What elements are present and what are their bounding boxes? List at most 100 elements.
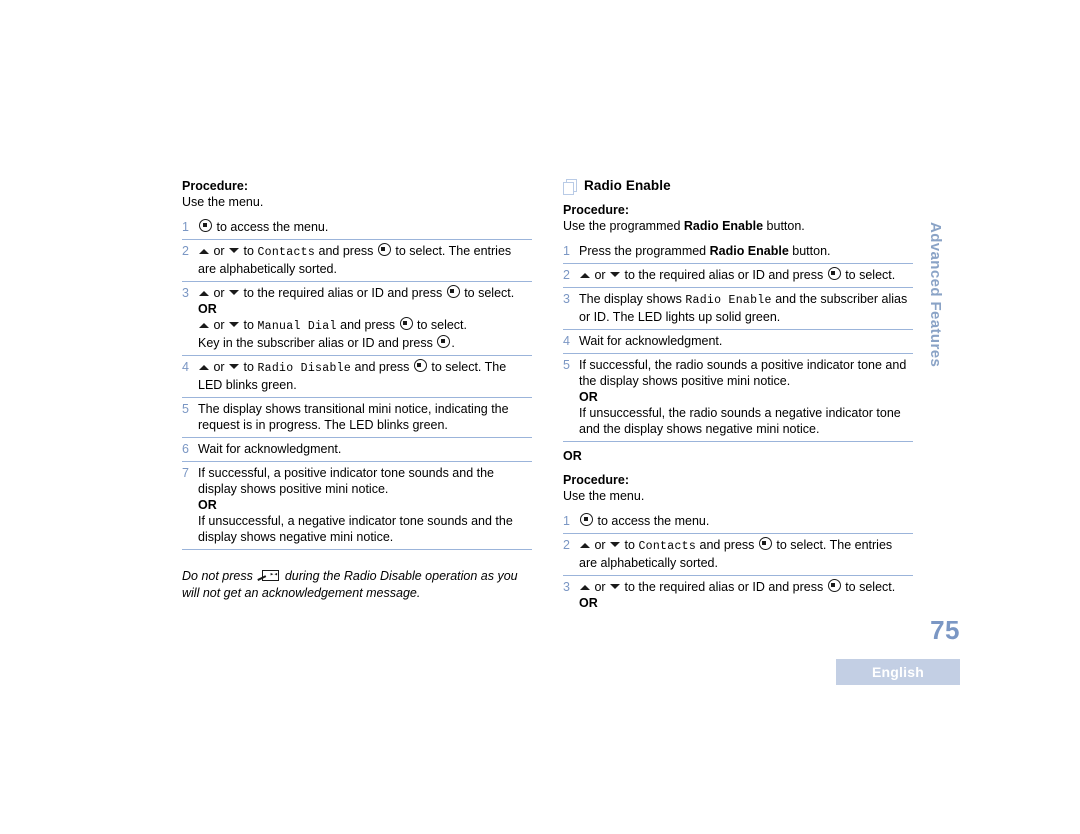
step-line: display shows negative mini notice. <box>198 530 394 544</box>
divider-or: OR <box>563 449 582 463</box>
step-text: to access the menu. <box>198 219 532 235</box>
step-number: 1 <box>182 220 189 234</box>
arrow-up-icon <box>199 291 209 296</box>
left-column: Procedure: Use the menu. 1 to access the… <box>182 178 532 602</box>
step-number: 4 <box>182 360 189 374</box>
caution-note: Do not press ▸◂ during the Radio Disable… <box>182 569 518 600</box>
step-number: 1 <box>563 514 570 528</box>
procedure-step: 3 or to the required alias or ID and pre… <box>182 282 532 356</box>
step-number: 2 <box>563 538 570 552</box>
procedure-label-2: Procedure: <box>563 473 629 487</box>
step-number: 3 <box>563 292 570 306</box>
page-number: 75 <box>930 615 960 645</box>
menu-key-icon <box>399 317 413 330</box>
step-line: are alphabetically sorted. <box>579 556 718 570</box>
step-line: LED blinks green. <box>198 378 297 392</box>
procedure-step: 2 or to Contacts and press to select. Th… <box>182 240 532 282</box>
step-text: The display shows Radio Enable and the s… <box>579 291 913 325</box>
step-line: The display shows Radio Enable and the s… <box>579 292 908 307</box>
emphasis-text: Radio Enable <box>683 219 764 233</box>
procedure-step: 2 or to the required alias or ID and pre… <box>563 264 913 288</box>
procedure-label: Procedure: <box>182 179 248 193</box>
step-line: or to the required alias or ID and press… <box>579 267 913 283</box>
menu-key-icon <box>413 359 427 372</box>
alternative-or-label: OR <box>198 498 217 512</box>
arrow-down-icon <box>229 322 240 327</box>
arrow-down-icon <box>610 584 621 589</box>
arrow-down-icon <box>229 364 240 369</box>
pages-icon <box>563 178 577 195</box>
arrow-up-icon <box>580 585 590 590</box>
procedure-step: 4 Wait for acknowledgment. <box>563 330 913 354</box>
alternative-or-label: OR <box>198 302 217 316</box>
menu-key-icon <box>580 513 593 526</box>
menu-key-icon <box>377 243 391 256</box>
step-line: or to the required alias or ID and press… <box>198 285 532 301</box>
step-line: or to Radio Disable and press to select.… <box>198 359 532 377</box>
procedure-step: 7 If successful, a positive indicator ton… <box>182 462 532 550</box>
step-text: Press the programmed Radio Enable button… <box>579 243 913 259</box>
step-text: If successful, the radio sounds a positi… <box>579 357 913 437</box>
step-number: 5 <box>182 402 189 416</box>
menu-item-name: Contacts <box>638 540 697 553</box>
step-line: or to Contacts and press to select. The … <box>579 537 913 555</box>
step-line: If unsuccessful, a negative indicator to… <box>198 514 513 528</box>
alternative-or-label: OR <box>579 596 598 610</box>
step-line: If unsuccessful, the radio sounds a nega… <box>579 406 901 420</box>
step-line: If successful, the radio sounds a positi… <box>579 358 907 372</box>
arrow-down-icon <box>610 542 621 547</box>
menu-item-name: Radio Enable <box>685 294 772 307</box>
menu-key-icon <box>446 285 460 298</box>
procedure-step: 1 to access the menu. <box>182 216 532 240</box>
step-line: or to Manual Dial and press to select. <box>198 317 532 335</box>
step-number: 2 <box>563 268 570 282</box>
procedure-subtitle: Use the programmed Radio Enable button. <box>563 219 805 233</box>
step-line: or ID. The LED lights up solid green. <box>579 310 781 324</box>
step-line: If successful, a positive indicator tone… <box>198 466 495 480</box>
arrow-up-icon <box>199 365 209 370</box>
step-text: or to Contacts and press to select. The … <box>579 537 913 571</box>
step-text: or to Contacts and press to select. The … <box>198 243 532 277</box>
step-line: the display shows positive mini notice. <box>579 374 791 388</box>
arrow-up-icon <box>580 543 590 548</box>
procedure-step: 2 or to Contacts and press to select. Th… <box>563 534 913 576</box>
step-line: are alphabetically sorted. <box>198 262 337 276</box>
menu-key-icon <box>758 537 772 550</box>
procedure-step: 1 to access the menu. <box>563 510 913 534</box>
procedure-step: 4 or to Radio Disable and press to selec… <box>182 356 532 398</box>
arrow-up-icon <box>199 249 209 254</box>
step-text: to access the menu. <box>579 513 913 529</box>
step-line: display shows positive mini notice. <box>198 482 389 496</box>
step-text: or to the required alias or ID and press… <box>579 579 913 611</box>
step-line: Key in the subscriber alias or ID and pr… <box>198 335 455 350</box>
step-number: 5 <box>563 358 570 372</box>
procedure-step: 1 Press the programmed Radio Enable butto… <box>563 240 913 264</box>
arrow-up-icon <box>199 323 209 328</box>
step-text: or to the required alias or ID and press… <box>579 267 913 283</box>
step-number: 3 <box>563 580 570 594</box>
step-text: Wait for acknowledgment. <box>579 333 913 349</box>
step-line: Wait for acknowledgment. <box>579 334 723 348</box>
step-line: request is in progress. The LED blinks g… <box>198 418 448 432</box>
section-heading: Radio Enable <box>563 178 913 195</box>
right-column: Radio Enable Procedure: Use the programm… <box>563 178 913 615</box>
language-badge: English <box>836 659 960 685</box>
step-line: and the display shows negative mini noti… <box>579 422 820 436</box>
arrow-down-icon <box>229 290 240 295</box>
step-line: The display shows transitional mini noti… <box>198 402 509 416</box>
step-line: or to the required alias or ID and press… <box>579 579 913 595</box>
procedure-step: 5 The display shows transitional mini not… <box>182 398 532 438</box>
menu-key-icon <box>437 335 451 348</box>
arrow-up-icon <box>580 273 590 278</box>
procedure-step: 6 Wait for acknowledgment. <box>182 438 532 462</box>
step-number: 1 <box>563 244 570 258</box>
step-text: If successful, a positive indicator tone… <box>198 465 532 545</box>
procedure-label: Procedure: <box>563 203 629 217</box>
step-text: or to the required alias or ID and press… <box>198 285 532 351</box>
step-number: 7 <box>182 466 189 480</box>
step-number: 6 <box>182 442 189 456</box>
menu-key-icon <box>827 579 841 592</box>
menu-item-name: Radio Disable <box>257 362 352 375</box>
side-tab-advanced-features: Advanced Features <box>927 222 944 368</box>
procedure-step: 3 The display shows Radio Enable and the… <box>563 288 913 330</box>
